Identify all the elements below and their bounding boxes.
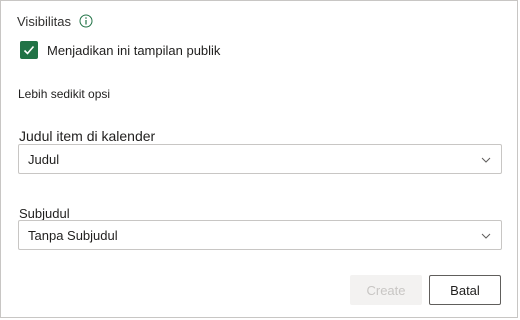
checkmark-icon [23, 45, 35, 55]
title-field-label: Judul item di kalender [19, 128, 156, 144]
cancel-button[interactable]: Batal [429, 275, 501, 305]
public-view-label: Menjadikan ini tampilan publik [47, 42, 221, 58]
public-view-checkbox-row[interactable]: Menjadikan ini tampilan publik [20, 41, 220, 59]
title-field-value: Judul [28, 151, 60, 167]
chevron-down-icon [480, 229, 492, 241]
visibility-row: Visibilitas [17, 12, 93, 30]
title-field-dropdown[interactable]: Judul [18, 144, 502, 174]
create-button[interactable]: Create [350, 275, 422, 305]
calendar-view-settings-panel: Visibilitas Menjadikan ini tampilan publ… [0, 0, 518, 318]
subheading-field-dropdown[interactable]: Tanpa Subjudul [18, 220, 502, 250]
chevron-down-icon [480, 153, 492, 165]
public-view-checkbox[interactable] [20, 41, 38, 59]
subheading-field-label: Subjudul [19, 206, 70, 221]
subheading-field-value: Tanpa Subjudul [28, 227, 118, 243]
info-icon[interactable] [79, 14, 93, 28]
visibility-label: Visibilitas [17, 13, 71, 29]
less-options-link[interactable]: Lebih sedikit opsi [18, 87, 110, 101]
